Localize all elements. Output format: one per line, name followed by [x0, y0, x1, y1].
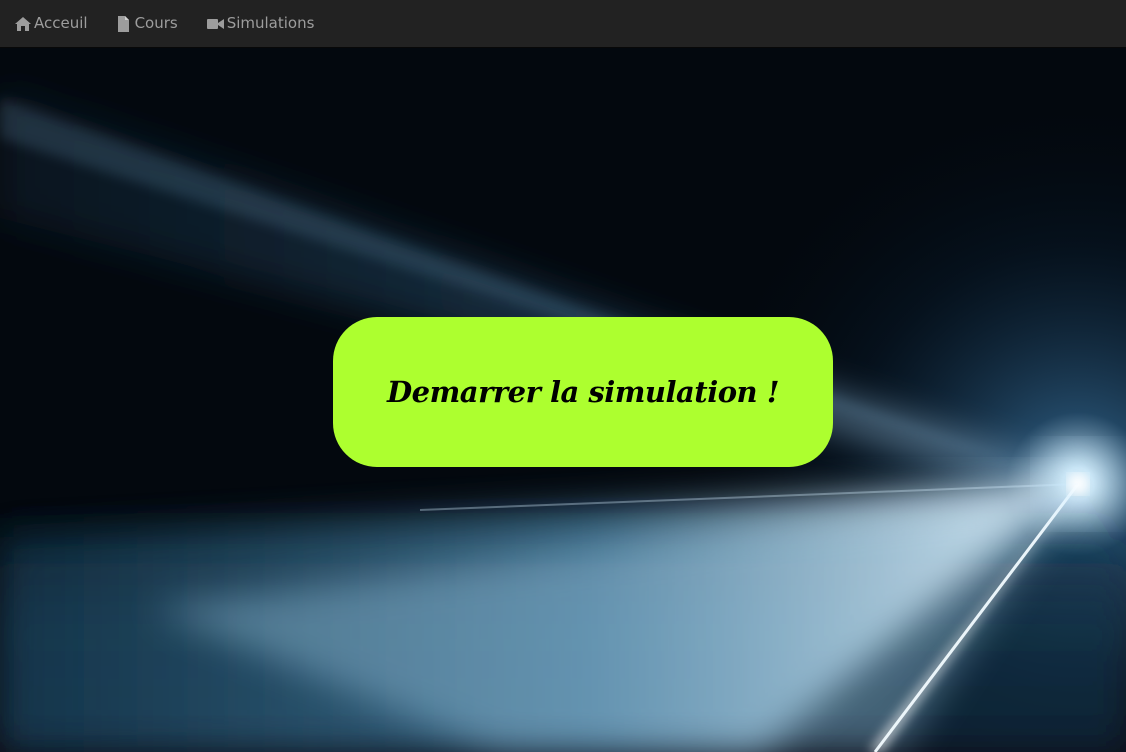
top-navbar: Acceuil Cours Simulations: [0, 0, 1126, 48]
nav-label-acceuil: Acceuil: [34, 14, 88, 32]
nav-item-simulations[interactable]: Simulations: [206, 14, 315, 32]
hero-section: Demarrer la simulation !: [0, 48, 1126, 752]
video-camera-icon: [206, 17, 227, 31]
start-simulation-button[interactable]: Demarrer la simulation !: [333, 317, 833, 467]
nav-item-acceuil[interactable]: Acceuil: [14, 16, 88, 32]
home-icon: [14, 16, 34, 32]
start-simulation-label: Demarrer la simulation !: [387, 375, 779, 409]
nav-item-cours[interactable]: Cours: [117, 14, 178, 32]
nav-label-cours: Cours: [134, 14, 178, 32]
nav-label-simulations: Simulations: [226, 14, 315, 32]
file-icon: [117, 15, 135, 32]
